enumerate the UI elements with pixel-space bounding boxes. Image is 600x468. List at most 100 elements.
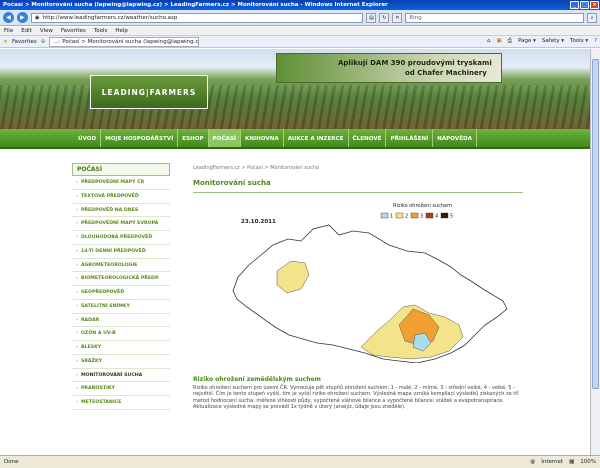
- menu-edit[interactable]: Edit: [21, 28, 32, 34]
- sidebar-item-satelitni-snimky[interactable]: › SATELITNÍ SNÍMKY: [72, 300, 170, 314]
- sidebar-item-label: PŘEDPOVĚĎ NA DNES: [80, 207, 139, 213]
- forward-button[interactable]: ▶: [16, 12, 28, 23]
- search-icon[interactable]: ⌕: [587, 12, 597, 23]
- zoom-level[interactable]: 100%: [580, 459, 596, 465]
- sidebar-item-predpoved-na-dnes[interactable]: › PŘEDPOVĚĎ NA DNES: [72, 204, 170, 218]
- nav-uvod[interactable]: ÚVOD: [74, 129, 102, 147]
- page-title: Monitorování sucha: [193, 179, 271, 187]
- sidebar-item-label: GEOPŘEDPOVĚĎ: [80, 290, 125, 295]
- legend-swatch-3: [410, 212, 419, 219]
- page-icon: ◉: [34, 14, 40, 21]
- status-text: Done: [4, 459, 19, 465]
- arrow-right-icon: ›: [76, 386, 78, 392]
- arrow-right-icon: ›: [76, 290, 78, 295]
- main-navigation: ÚVOD MOJE HOSPODÁŘSTVÍ ESHOP POČASÍ KNIH…: [0, 129, 590, 149]
- legend-label-1: 1: [390, 214, 393, 220]
- field-photo: [0, 85, 590, 129]
- menu-favorites[interactable]: Favorites: [61, 28, 86, 34]
- help-icon[interactable]: ?: [594, 38, 597, 45]
- arrow-right-icon: ›: [76, 235, 78, 240]
- address-bar[interactable]: ◉ http://www.leadingfarmers.cz/weather/s…: [30, 12, 364, 23]
- compatibility-icon[interactable]: ▤: [366, 12, 377, 23]
- sidebar-item-label: PŘEDPOVĚDNÍ MAPY EVROPA: [80, 221, 159, 227]
- sidebar-item-label: BLESKY: [80, 345, 102, 350]
- breadcrumb[interactable]: LeadingFarmers.cz > Počasí > Monitorován…: [193, 165, 319, 171]
- feeds-icon[interactable]: ▣: [496, 38, 501, 45]
- favorites-button[interactable]: Favorites: [12, 39, 37, 45]
- back-button[interactable]: ◀: [3, 12, 14, 23]
- arrow-right-icon: ›: [76, 331, 78, 337]
- ad-banner[interactable]: [276, 53, 502, 83]
- map-date: 23.10.2011: [241, 219, 276, 225]
- sidebar-item-radar[interactable]: › RADAR: [72, 314, 170, 328]
- sidebar-item-ozon-a-uv-b[interactable]: › OZÓN A UV-B: [72, 327, 170, 341]
- nav-knihovna[interactable]: KNIHOVNA: [241, 129, 284, 147]
- minimize-button[interactable]: _: [570, 1, 579, 9]
- sidebar-item-blesky[interactable]: › BLESKY: [72, 341, 170, 355]
- add-favorite-icon[interactable]: ⊕: [41, 39, 46, 45]
- globe-icon: ◍: [530, 459, 536, 465]
- sidebar-item-dlouhodoba-predpoved[interactable]: › DLOUHODOBÁ PŘEDPOVĚĎ: [72, 231, 170, 245]
- nav-clenove[interactable]: ČLENOVÉ: [349, 129, 387, 147]
- home-icon[interactable]: ⌂: [487, 38, 491, 45]
- sidebar-item-biometeorologicka-predp[interactable]: › BIOMETEOROLOGICKÁ PŘEDP.: [72, 272, 170, 286]
- sidebar-item-textova-predpoved[interactable]: › TEXTOVÁ PŘEDPOVĚĎ: [72, 190, 170, 204]
- menu-tools[interactable]: Tools: [94, 28, 108, 34]
- nav-moje-hospodarstvi[interactable]: MOJE HOSPODÁŘSTVÍ: [101, 129, 179, 147]
- sidebar-item-label: AGROMETEOROLOGIE: [80, 262, 138, 268]
- sidebar-item-pranostiky[interactable]: › PRANOSTIKY: [72, 382, 170, 396]
- browser-tab[interactable]: ...: Počasí > Monitorování sucha (lapwin…: [49, 36, 200, 47]
- zone-label: Internet: [541, 459, 564, 465]
- stop-button[interactable]: ✕: [392, 12, 403, 23]
- sidebar-item-label: MONITOROVÁNÍ SUCHA: [80, 372, 143, 378]
- protected-mode-icon[interactable]: ▦: [569, 459, 574, 465]
- menu-view[interactable]: View: [40, 28, 53, 34]
- search-input[interactable]: Bing: [405, 12, 585, 23]
- arrow-right-icon: ›: [76, 221, 78, 227]
- sidebar-item-geopredpoved[interactable]: › GEOPŘEDPOVĚĎ: [72, 286, 170, 300]
- address-text: http://www.leadingfarmers.cz/weather/suc…: [42, 14, 178, 21]
- safety-menu[interactable]: Safety ▾: [542, 38, 564, 45]
- nav-aukce-a-inzerce[interactable]: AUKCE A INZERCE: [284, 129, 349, 147]
- sidebar: POČASÍ › PŘEDPOVĚDNÍ MAPY ČR › TEXTOVÁ PŘE…: [72, 163, 170, 410]
- nav-eshop[interactable]: ESHOP: [178, 129, 209, 147]
- close-button[interactable]: ×: [590, 1, 599, 9]
- site-banner: LEADING|FARMERS Aplikují DAM 390 proudov…: [0, 49, 590, 129]
- menu-file[interactable]: File: [4, 28, 13, 34]
- site-logo[interactable]: LEADING|FARMERS: [90, 75, 208, 109]
- ad-subline[interactable]: od Chafer Machinery: [405, 69, 487, 77]
- maximize-button[interactable]: □: [580, 1, 589, 9]
- sidebar-item-agrometeorologie[interactable]: › AGROMETEOROLOGIE: [72, 259, 170, 273]
- arrow-right-icon: ›: [76, 248, 78, 254]
- nav-prihlaseni[interactable]: PŘIHLÁŠENÍ: [386, 129, 434, 147]
- address-toolbar: ◀ ▶ ◉ http://www.leadingfarmers.cz/weath…: [0, 10, 600, 26]
- sidebar-item-monitorovani-sucha[interactable]: › MONITOROVÁNÍ SUCHA: [72, 369, 170, 383]
- logo-text: LEADING|FARMERS: [101, 87, 197, 97]
- sidebar-item-14-ti-denni-predpoved[interactable]: › 14-TI DENNÍ PŘEDPOVĚĎ: [72, 245, 170, 259]
- sidebar-item-label: SATELITNÍ SNÍMKY: [80, 303, 130, 309]
- arrow-right-icon: ›: [76, 193, 78, 199]
- refresh-button[interactable]: ↻: [379, 12, 390, 23]
- arrow-right-icon: ›: [76, 180, 78, 185]
- page-menu[interactable]: Page ▾: [518, 38, 536, 45]
- arrow-right-icon: ›: [76, 276, 78, 282]
- scrollbar-thumb[interactable]: [592, 59, 599, 389]
- vertical-scrollbar[interactable]: [590, 49, 600, 455]
- print-icon[interactable]: ⎙: [508, 38, 512, 45]
- sidebar-item-predpovedni-mapy-evropa[interactable]: › PŘEDPOVĚDNÍ MAPY EVROPA: [72, 217, 170, 231]
- nav-pocasi[interactable]: POČASÍ: [208, 129, 241, 147]
- nav-napoveda[interactable]: NÁPOVĚDA: [433, 129, 478, 147]
- sidebar-item-meteostanice[interactable]: › METEOSTANICE: [72, 396, 170, 410]
- menu-help[interactable]: Help: [115, 28, 128, 34]
- window-titlebar: Počasí > Monitorování sucha (lapwing@lap…: [0, 0, 600, 10]
- sidebar-item-label: TEXTOVÁ PŘEDPOVĚĎ: [80, 193, 139, 199]
- arrow-right-icon: ›: [76, 345, 78, 350]
- sidebar-item-label: PŘEDPOVĚDNÍ MAPY ČR: [80, 180, 145, 185]
- tools-menu[interactable]: Tools ▾: [570, 38, 588, 45]
- legend-label-3: 3: [420, 214, 423, 220]
- sidebar-item-label: DLOUHODOBÁ PŘEDPOVĚĎ: [80, 235, 153, 240]
- sidebar-item-srazky[interactable]: › SRÁŽKY: [72, 355, 170, 369]
- legend-swatch-1: [380, 212, 389, 219]
- ad-headline[interactable]: Aplikují DAM 390 proudovými tryskami: [338, 59, 492, 67]
- sidebar-item-predpovedni-mapy-cr[interactable]: › PŘEDPOVĚDNÍ MAPY ČR: [72, 176, 170, 190]
